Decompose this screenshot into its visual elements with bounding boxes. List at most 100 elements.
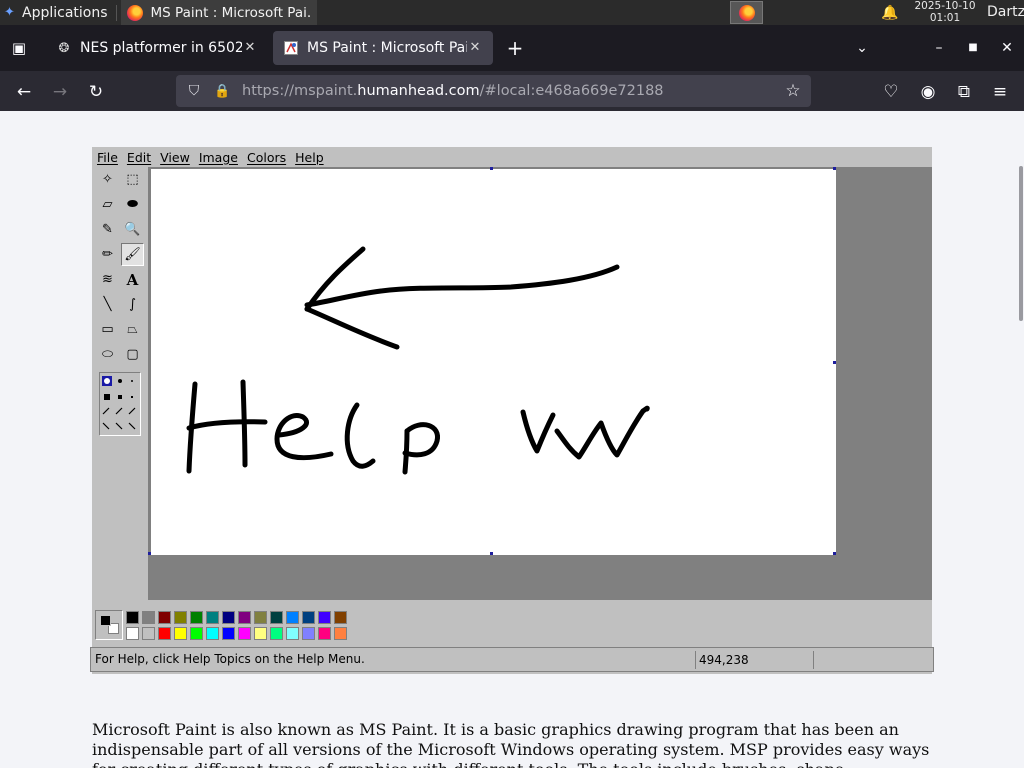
tracking-protection-shield-icon[interactable]: ⛉ — [186, 83, 202, 99]
back-icon[interactable]: ← — [12, 80, 36, 104]
palette-swatch[interactable] — [126, 611, 139, 624]
rectangle-icon[interactable]: ▭ — [96, 318, 119, 341]
palette-swatch[interactable] — [254, 611, 267, 624]
menu-file[interactable]: File — [97, 150, 118, 165]
list-all-tabs-icon[interactable]: ⌄ — [851, 37, 873, 59]
paint-canvas[interactable] — [151, 169, 836, 555]
palette-swatch[interactable] — [158, 627, 171, 640]
url-text[interactable]: https://mspaint.humanhead.com/#local:e46… — [242, 83, 664, 99]
page-scrollbar-thumb[interactable] — [1019, 166, 1023, 321]
palette-swatch[interactable] — [142, 627, 155, 640]
palette-swatch[interactable] — [222, 611, 235, 624]
brush-icon[interactable]: 🖌 — [121, 243, 144, 266]
palette-swatch[interactable] — [174, 627, 187, 640]
palette-swatch[interactable] — [190, 627, 203, 640]
foreground-color-swatch — [100, 615, 111, 626]
palette-swatch[interactable] — [174, 611, 187, 624]
polygon-icon[interactable]: ⏢ — [121, 318, 144, 341]
color-picker-icon[interactable]: ✎ — [96, 218, 119, 241]
current-colors-indicator — [95, 610, 123, 640]
brush-size-options[interactable] — [99, 372, 141, 436]
palette-swatch[interactable] — [286, 611, 299, 624]
applications-label: Applications — [22, 4, 108, 21]
canvas-drawing — [186, 246, 650, 475]
palette-swatch[interactable] — [302, 627, 315, 640]
eraser-icon[interactable]: ▱ — [96, 193, 119, 216]
letter-e-stroke — [274, 413, 334, 461]
palette-swatch[interactable] — [206, 611, 219, 624]
close-tab-icon[interactable]: ✕ — [242, 40, 258, 56]
close-window-icon[interactable]: ✕ — [996, 37, 1018, 59]
clock-time: 01:01 — [929, 11, 961, 24]
tab-label: NES platformer in 6502 — [80, 40, 242, 56]
palette-swatch[interactable] — [270, 611, 283, 624]
menu-image[interactable]: Image — [199, 150, 238, 165]
palette-swatch[interactable] — [318, 611, 331, 624]
palette-swatch[interactable] — [334, 627, 347, 640]
palette-swatch[interactable] — [158, 611, 171, 624]
close-tab-icon[interactable]: ✕ — [467, 40, 483, 56]
new-tab-icon[interactable]: + — [504, 37, 526, 59]
applications-menu-button[interactable]: ✦ Applications — [0, 0, 112, 25]
magnifier-icon[interactable]: 🔍 — [121, 218, 144, 241]
workspace-switcher[interactable] — [730, 1, 763, 24]
palette-swatch[interactable] — [238, 627, 251, 640]
account-icon[interactable]: ◉ — [916, 80, 940, 104]
ellipse-icon[interactable]: ⬭ — [96, 343, 119, 366]
user-name[interactable]: Dartz — [987, 4, 1024, 20]
reload-icon[interactable]: ↻ — [84, 80, 108, 104]
airbrush-icon[interactable]: ≋ — [96, 268, 119, 291]
taskbar-window-label: MS Paint : Microsoft Pai... — [150, 4, 311, 21]
canvas-resize-handle[interactable] — [490, 552, 493, 555]
curve-icon[interactable]: ∫ — [121, 293, 144, 316]
maximize-icon[interactable]: ■ — [962, 37, 984, 59]
tab-ms-paint[interactable]: MS Paint : Microsoft Paint ✕ — [273, 31, 493, 65]
menu-colors[interactable]: Colors — [247, 150, 286, 165]
canvas-resize-handle[interactable] — [833, 361, 836, 364]
applications-icon: ✦ — [4, 4, 15, 20]
browser-tab-bar: ▣ ❂ NES platformer in 6502 ✕ MS Paint : … — [0, 25, 1024, 71]
palette-swatch[interactable] — [190, 611, 203, 624]
lock-icon[interactable]: 🔒 — [214, 84, 230, 99]
palette-swatch[interactable] — [318, 627, 331, 640]
firefox-view-icon[interactable]: ▣ — [8, 37, 30, 59]
url-bar[interactable]: ⛉ 🔒 https://mspaint.humanhead.com/#local… — [176, 75, 811, 107]
clock[interactable]: 2025-10-10 01:01 — [906, 0, 984, 24]
canvas-resize-handle[interactable] — [833, 552, 836, 555]
letter-v-stroke — [520, 409, 556, 454]
fill-bucket-icon[interactable]: ⬬ — [121, 193, 144, 216]
palette-swatch[interactable] — [126, 627, 139, 640]
extensions-icon[interactable]: ⧉ — [952, 80, 976, 104]
palette-swatch[interactable] — [286, 627, 299, 640]
minimize-icon[interactable]: – — [928, 37, 950, 59]
notification-bell-icon[interactable]: 🔔 — [881, 4, 899, 22]
forward-icon[interactable]: → — [48, 80, 72, 104]
rect-select-icon[interactable]: ⬚ — [121, 168, 144, 191]
palette-swatch[interactable] — [142, 611, 155, 624]
article-paragraph: Microsoft Paint is also known as MS Pain… — [92, 720, 930, 768]
palette-swatch[interactable] — [334, 611, 347, 624]
palette-swatch[interactable] — [206, 627, 219, 640]
palette-swatch[interactable] — [302, 611, 315, 624]
palette-swatch[interactable] — [222, 627, 235, 640]
bookmark-star-icon[interactable]: ☆ — [783, 81, 803, 101]
palette-swatch[interactable] — [254, 627, 267, 640]
menu-help[interactable]: Help — [295, 150, 324, 165]
palette-swatch[interactable] — [270, 627, 283, 640]
taskbar-window-firefox[interactable]: MS Paint : Microsoft Pai... — [120, 0, 317, 25]
hamburger-menu-icon[interactable]: ≡ — [988, 80, 1012, 104]
free-select-icon[interactable]: ✧ — [96, 168, 119, 191]
tab-nes-platformer[interactable]: ❂ NES platformer in 6502 ✕ — [46, 31, 268, 65]
ms-paint-app: File Edit View Image Colors Help ✧ ⬚ ▱ ⬬ ✎ 🔍 ✏… — [90, 147, 934, 674]
pencil-icon[interactable]: ✏ — [96, 243, 119, 266]
menu-edit[interactable]: Edit — [127, 150, 151, 165]
line-icon[interactable]: ╲ — [96, 293, 119, 316]
text-tool-icon[interactable]: A — [121, 268, 144, 291]
palette-swatch[interactable] — [238, 611, 251, 624]
rounded-rect-icon[interactable]: ▢ — [121, 343, 144, 366]
status-help-text: For Help, click Help Topics on the Help … — [95, 652, 365, 666]
menu-view[interactable]: View — [160, 150, 190, 165]
canvas-resize-handle — [490, 167, 493, 170]
status-coordinates: 494,238 — [695, 651, 813, 669]
pocket-icon[interactable]: ♡ — [879, 80, 903, 104]
